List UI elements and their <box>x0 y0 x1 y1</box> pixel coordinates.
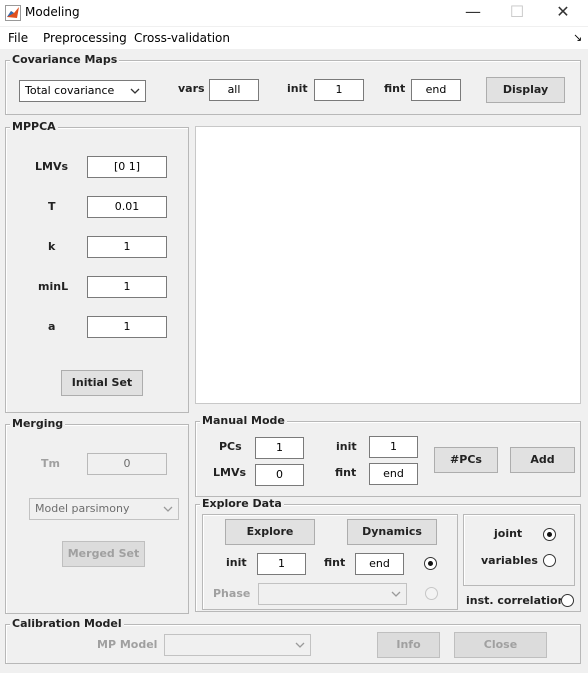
chevron-down-icon <box>130 88 140 94</box>
pcs-input[interactable]: 1 <box>255 437 304 459</box>
covariance-type-value: Total covariance <box>25 84 115 97</box>
minl-input[interactable]: 1 <box>87 276 167 298</box>
manual-fint-label: fint <box>335 466 357 479</box>
matlab-app-icon <box>5 5 21 21</box>
explore-fint-input[interactable]: end <box>355 553 404 575</box>
joint-variables-subpanel <box>463 514 575 586</box>
cov-init-label: init <box>287 82 308 95</box>
inst-correlation-radio[interactable] <box>561 594 574 607</box>
manual-lmvs-input[interactable]: 0 <box>255 464 304 486</box>
cov-fint-input[interactable]: end <box>411 79 461 101</box>
maximize-button: ☐ <box>509 2 525 21</box>
radio-selected-dot <box>428 561 433 566</box>
plot-area[interactable] <box>195 126 581 404</box>
chevron-down-icon <box>163 506 173 512</box>
manual-fint-input[interactable]: end <box>369 463 418 485</box>
chevron-down-icon <box>295 642 305 648</box>
manual-lmvs-label: LMVs <box>213 466 247 479</box>
add-button[interactable]: Add <box>510 447 575 473</box>
cov-fint-label: fint <box>384 82 406 95</box>
explore-button[interactable]: Explore <box>225 519 315 545</box>
merging-title: Merging <box>10 417 66 430</box>
dynamics-button[interactable]: Dynamics <box>347 519 437 545</box>
manual-init-label: init <box>336 440 357 453</box>
phase-select <box>258 583 407 605</box>
merging-criterion-value: Model parsimony <box>35 502 130 515</box>
menu-preprocessing[interactable]: Preprocessing <box>43 31 127 45</box>
t-input[interactable]: 0.01 <box>87 196 167 218</box>
variables-label: variables <box>481 554 538 567</box>
chevron-down-icon <box>391 591 401 597</box>
joint-radio[interactable] <box>543 528 556 541</box>
k-label: k <box>48 240 56 253</box>
radio-selected-dot <box>547 532 552 537</box>
mp-model-select <box>164 634 311 656</box>
calibration-model-title: Calibration Model <box>10 617 124 630</box>
vars-label: vars <box>178 82 205 95</box>
explore-init-label: init <box>226 556 247 569</box>
init-fint-radio[interactable] <box>424 557 437 570</box>
joint-label: joint <box>494 527 523 540</box>
manual-mode-title: Manual Mode <box>200 414 287 427</box>
lmvs-input[interactable]: [0 1] <box>87 156 167 178</box>
a-label: a <box>48 320 56 333</box>
variables-radio[interactable] <box>543 554 556 567</box>
covariance-type-select[interactable]: Total covariance <box>19 80 146 102</box>
tm-input: 0 <box>87 453 167 475</box>
explore-fint-label: fint <box>324 556 346 569</box>
phase-radio <box>425 587 438 600</box>
window-title: Modeling <box>25 5 80 19</box>
merged-set-button: Merged Set <box>62 541 145 567</box>
phase-label: Phase <box>213 587 251 600</box>
minl-label: minL <box>38 280 69 293</box>
npcs-button[interactable]: #PCs <box>434 447 498 473</box>
mp-model-label: MP Model <box>97 638 158 651</box>
a-input[interactable]: 1 <box>87 316 167 338</box>
manual-init-input[interactable]: 1 <box>369 436 418 458</box>
lmvs-label: LMVs <box>35 160 69 173</box>
initial-set-button[interactable]: Initial Set <box>61 370 143 396</box>
menu-file[interactable]: File <box>8 31 28 45</box>
close-window-button[interactable]: ✕ <box>540 0 586 26</box>
menu-cross-validation[interactable]: Cross-validation <box>134 31 230 45</box>
k-input[interactable]: 1 <box>87 236 167 258</box>
cov-init-input[interactable]: 1 <box>314 79 364 101</box>
vars-input[interactable]: all <box>209 79 259 101</box>
info-button: Info <box>377 632 440 658</box>
tm-label: Tm <box>41 457 60 470</box>
display-button[interactable]: Display <box>486 77 565 103</box>
covariance-maps-title: Covariance Maps <box>10 53 120 66</box>
t-label: T <box>48 200 56 213</box>
inst-correlation-label: inst. correlation <box>466 594 566 607</box>
merging-criterion-select: Model parsimony <box>29 498 179 520</box>
close-button: Close <box>454 632 547 658</box>
explore-init-input[interactable]: 1 <box>257 553 306 575</box>
minimize-button[interactable]: — <box>450 0 496 26</box>
dock-arrow-icon[interactable]: ↘ <box>573 31 582 44</box>
mppca-title: MPPCA <box>10 120 58 133</box>
explore-data-title: Explore Data <box>200 497 284 510</box>
pcs-label: PCs <box>219 440 242 453</box>
